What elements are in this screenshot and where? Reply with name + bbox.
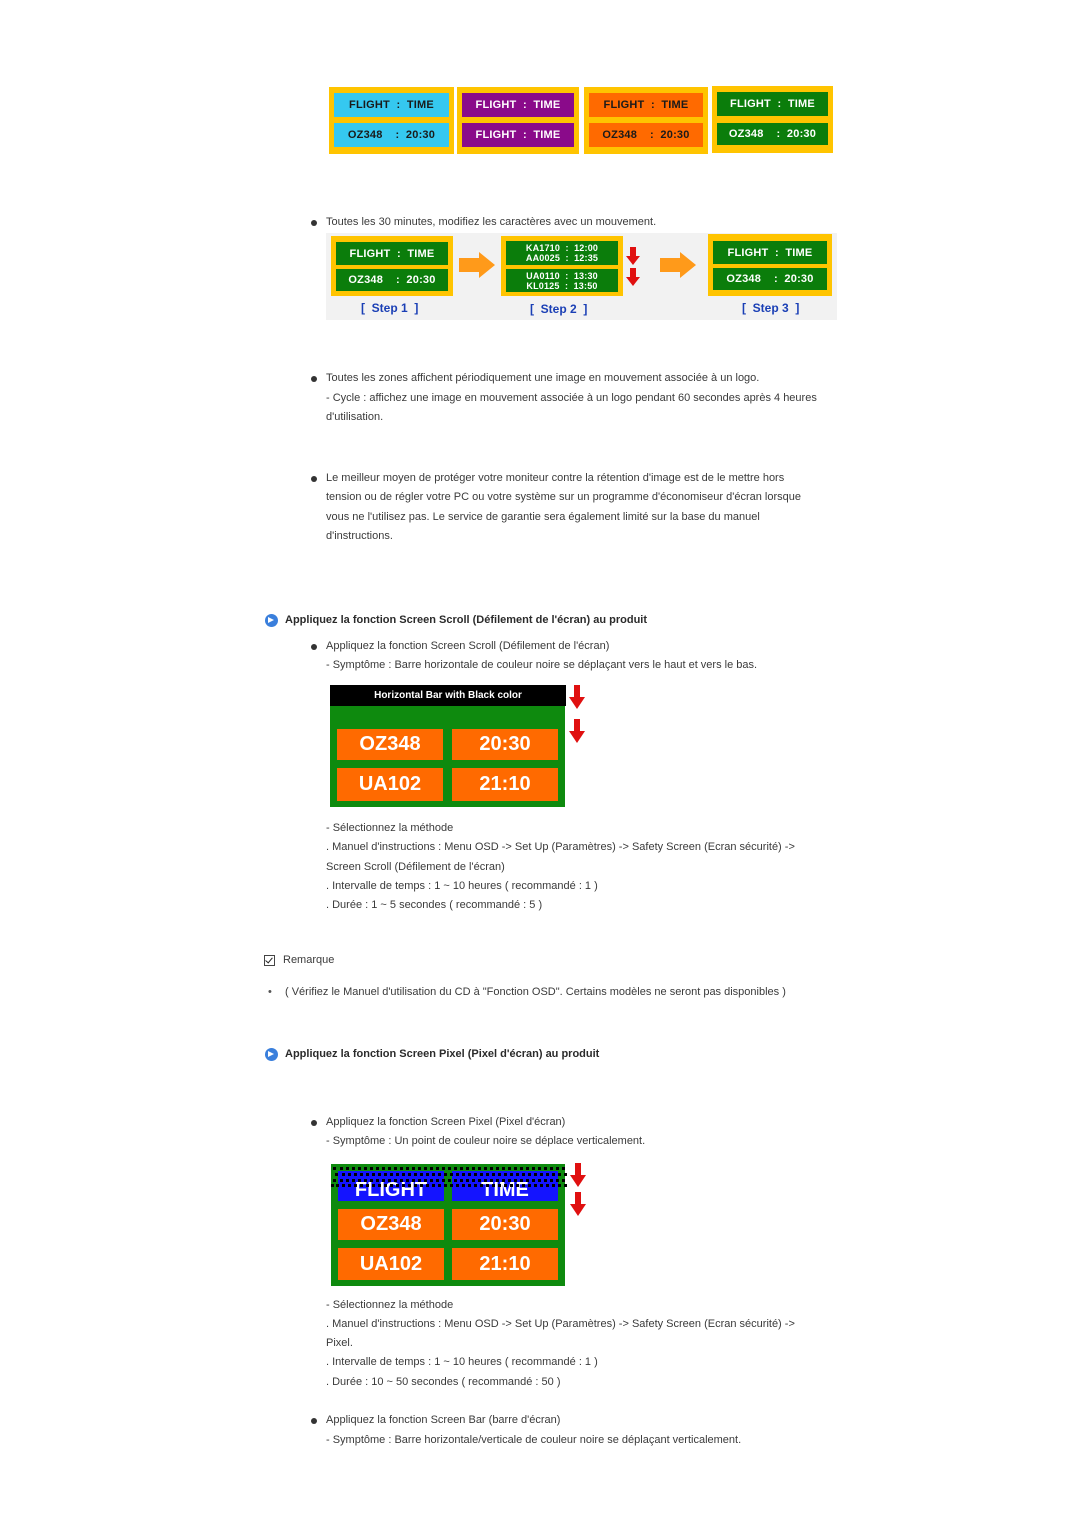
down-arrow-icon bbox=[626, 247, 640, 265]
example-row: FLIGHT : TIME bbox=[334, 93, 449, 117]
step1-row: OZ348 : 20:30 bbox=[336, 269, 448, 291]
pixel-dots bbox=[331, 1184, 567, 1187]
remark-title: Remarque bbox=[283, 954, 335, 966]
example-row: FLIGHT : TIME bbox=[589, 93, 703, 117]
example-row: FLIGHT : TIME bbox=[717, 92, 828, 116]
pixel-dots bbox=[333, 1167, 565, 1170]
example-panel-cyan: FLIGHT : TIME OZ348 : 20:30 bbox=[329, 87, 454, 154]
down-arrow-icon bbox=[626, 268, 640, 286]
step1-row: FLIGHT : TIME bbox=[336, 242, 448, 265]
step2-row: UA0110 : 13:30 KL0125 : 13:50 bbox=[506, 269, 618, 292]
method-line: - Sélectionnez la méthode bbox=[326, 822, 454, 834]
method-line: - Sélectionnez la méthode bbox=[326, 1299, 454, 1311]
screen-cell: 21:10 bbox=[452, 768, 558, 801]
pixel-dots bbox=[335, 1173, 567, 1176]
example-panel-green: FLIGHT : TIME OZ348 : 20:30 bbox=[712, 86, 833, 153]
example-row: FLIGHT : TIME bbox=[462, 93, 574, 117]
step3-row: FLIGHT : TIME bbox=[713, 241, 827, 264]
step2-line: KL0125 : 13:50 bbox=[526, 280, 598, 291]
bullet-text: Le meilleur moyen de protéger votre moni… bbox=[310, 469, 784, 489]
checkbox-icon bbox=[264, 955, 275, 966]
symptom-text: - Symptôme : Barre horizontale/verticale… bbox=[326, 1434, 742, 1446]
bullet-text: Toutes les zones affichent périodiquemen… bbox=[310, 369, 759, 389]
method-line: . Durée : 1 ~ 5 secondes ( recommandé : … bbox=[326, 899, 543, 911]
detail-text: - Cycle : affichez une image en mouvemen… bbox=[326, 392, 817, 404]
section-heading: Appliquez la fonction Screen Pixel (Pixe… bbox=[285, 1048, 600, 1060]
screen-cell: UA102 bbox=[337, 768, 443, 801]
method-line: . Manuel d'instructions : Menu OSD -> Se… bbox=[326, 1318, 795, 1330]
method-line: . Intervalle de temps : 1 ~ 10 heures ( … bbox=[326, 880, 598, 892]
step3-label: [ Step 3 ] bbox=[742, 301, 800, 315]
step2-row: KA1710 : 12:00 AA0025 : 12:35 bbox=[506, 241, 618, 265]
screen-cell: OZ348 bbox=[338, 1209, 444, 1240]
paragraph-line: d'instructions. bbox=[326, 530, 393, 542]
example-row: OZ348 : 20:30 bbox=[334, 123, 449, 147]
down-arrow-icon bbox=[570, 1163, 586, 1187]
paragraph-line: tension ou de régler votre PC ou votre s… bbox=[326, 491, 801, 503]
screen-cell: 20:30 bbox=[452, 1209, 558, 1240]
screen-cell: 20:30 bbox=[452, 729, 558, 760]
step2-label: [ Step 2 ] bbox=[530, 302, 588, 316]
step2-line: AA0025 : 12:35 bbox=[525, 253, 599, 263]
down-arrow-icon bbox=[569, 685, 585, 709]
step-diagram: FLIGHT : TIME OZ348 : 20:30 KA1710 : 12:… bbox=[326, 233, 837, 320]
step-arrow-icon bbox=[459, 252, 495, 278]
method-line: . Intervalle de temps : 1 ~ 10 heures ( … bbox=[326, 1356, 598, 1368]
example-row: OZ348 : 20:30 bbox=[589, 123, 703, 147]
method-line: . Durée : 10 ~ 50 secondes ( recommandé … bbox=[326, 1376, 561, 1388]
pixel-dots bbox=[333, 1179, 565, 1182]
arrow-circle-icon bbox=[265, 1048, 278, 1061]
down-arrow-icon bbox=[570, 1192, 586, 1216]
step1-label: [ Step 1 ] bbox=[361, 301, 419, 315]
method-line: . Manuel d'instructions : Menu OSD -> Se… bbox=[326, 841, 795, 853]
black-bar: Horizontal Bar with Black color bbox=[330, 685, 566, 706]
method-line: Pixel. bbox=[326, 1337, 353, 1349]
method-line: Screen Scroll (Défilement de l'écran) bbox=[326, 861, 505, 873]
symptom-text: - Symptôme : Barre horizontale de couleu… bbox=[326, 659, 758, 671]
example-panel-purple: FLIGHT : TIME FLIGHT : TIME bbox=[457, 87, 579, 154]
screen-cell: UA102 bbox=[338, 1248, 444, 1280]
detail-text: d'utilisation. bbox=[326, 411, 384, 423]
symptom-text: - Symptôme : Un point de couleur noire s… bbox=[326, 1135, 646, 1147]
bullet-text: Appliquez la fonction Screen Bar (barre … bbox=[310, 1411, 560, 1431]
step1-panel: FLIGHT : TIME OZ348 : 20:30 bbox=[331, 236, 453, 296]
step2-line: KA1710 : 12:00 bbox=[525, 243, 599, 253]
example-row: FLIGHT : TIME bbox=[462, 123, 574, 147]
bullet-text: Appliquez la fonction Screen Pixel (Pixe… bbox=[310, 1113, 565, 1133]
down-arrow-icon bbox=[569, 719, 585, 743]
step2-line: UA0110 : 13:30 bbox=[526, 270, 598, 281]
example-panel-orange: FLIGHT : TIME OZ348 : 20:30 bbox=[584, 87, 708, 154]
step-arrow-icon bbox=[660, 252, 696, 278]
paragraph-line: vous ne l'utilisez pas. Le service de ga… bbox=[326, 511, 760, 523]
arrow-circle-icon bbox=[265, 614, 278, 627]
step3-panel: FLIGHT : TIME OZ348 : 20:30 bbox=[708, 234, 832, 296]
screen-cell: 21:10 bbox=[452, 1248, 558, 1280]
step2-panel: KA1710 : 12:00 AA0025 : 12:35 UA0110 : 1… bbox=[501, 236, 623, 296]
step3-row: OZ348 : 20:30 bbox=[713, 268, 827, 290]
bullet-text: Appliquez la fonction Screen Scroll (Déf… bbox=[310, 637, 609, 657]
screen-cell: OZ348 bbox=[337, 729, 443, 760]
pixel-screen-illustration: FLIGHT TIME OZ348 20:30 UA102 21:10 bbox=[331, 1164, 567, 1286]
bullet-text: Toutes les 30 minutes, modifiez les cara… bbox=[310, 213, 656, 233]
remark-text: ( Vérifiez le Manuel d'utilisation du CD… bbox=[268, 983, 786, 1003]
section-heading: Appliquez la fonction Screen Scroll (Déf… bbox=[285, 614, 648, 626]
example-row: OZ348 : 20:30 bbox=[717, 123, 828, 145]
